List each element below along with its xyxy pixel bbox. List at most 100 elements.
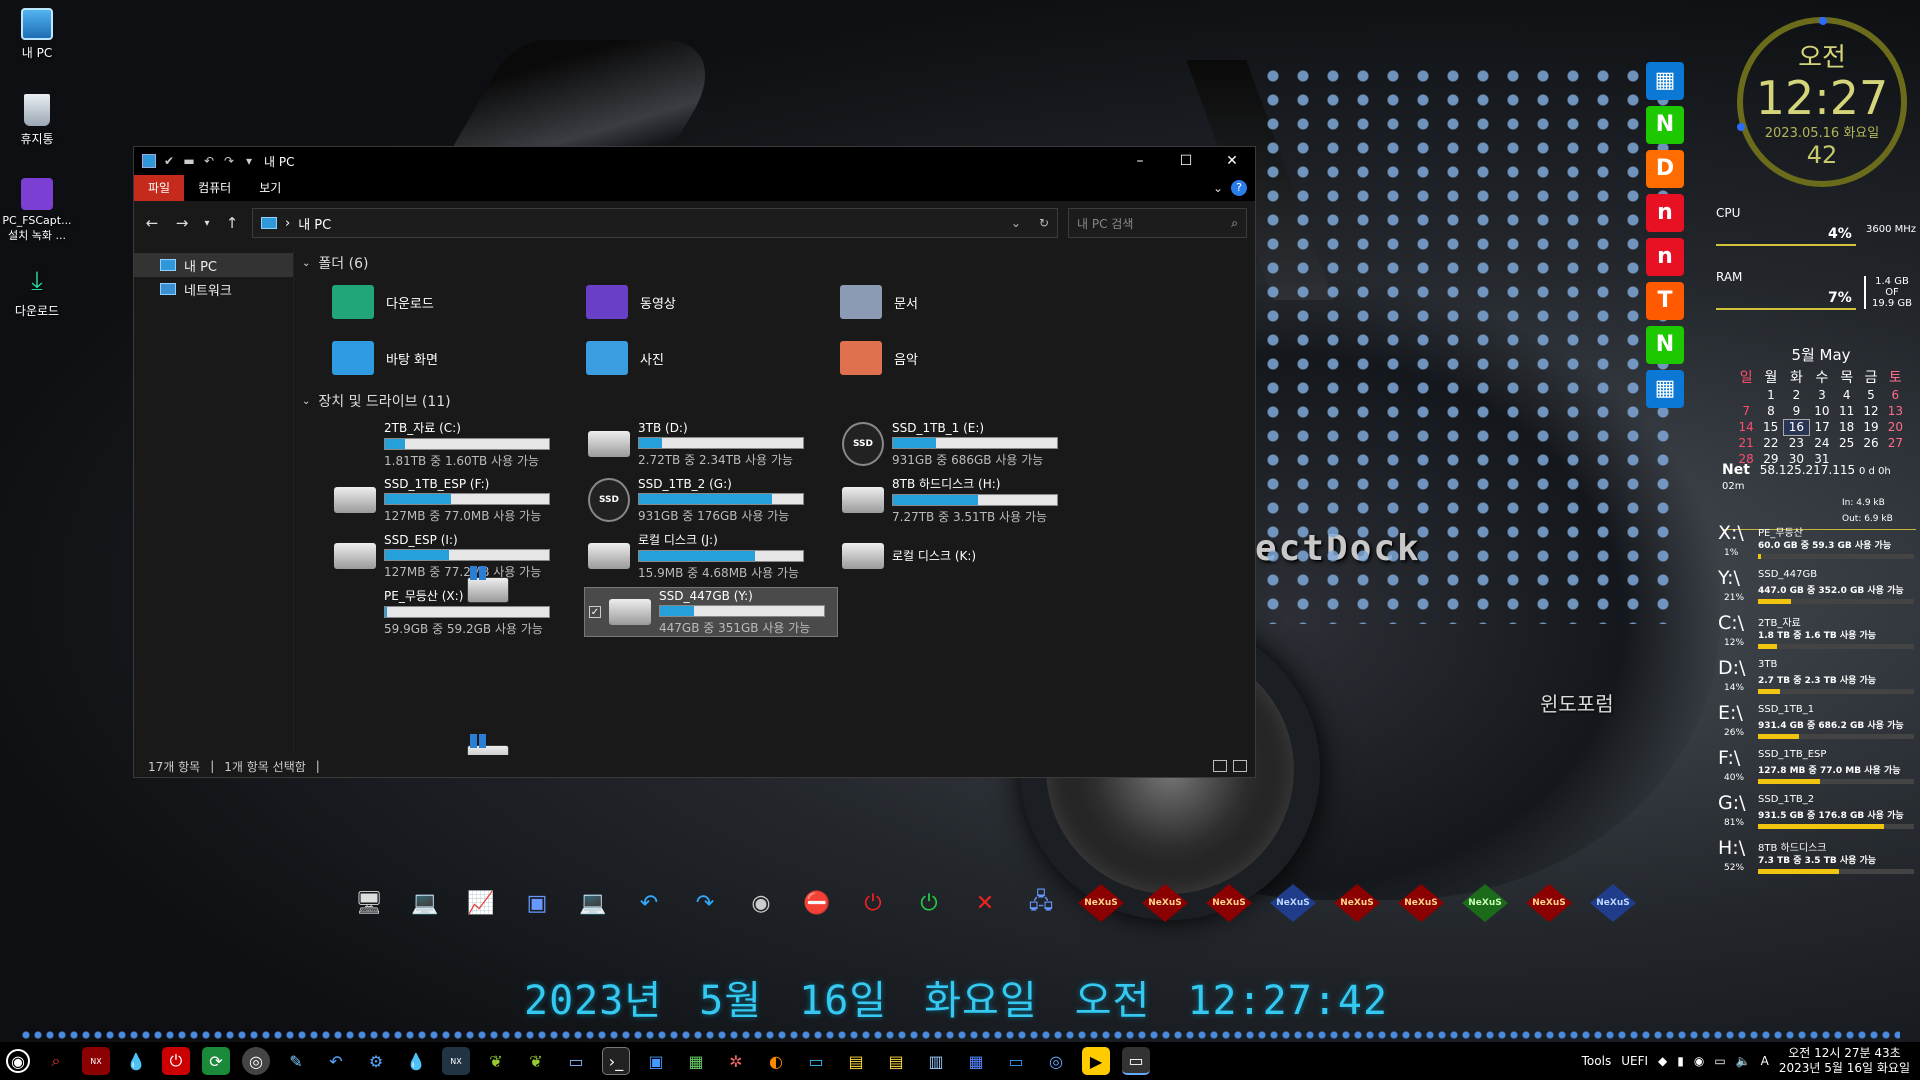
disconnect-icon[interactable]: ⛔	[798, 884, 836, 922]
minimize-button[interactable]: –	[1117, 147, 1163, 175]
nexus-blue-icon[interactable]: NX	[442, 1047, 470, 1075]
droplet-icon[interactable]: 💧	[122, 1047, 150, 1075]
nexus-icon[interactable]: NeXuS	[1590, 884, 1636, 922]
settings-icon[interactable]: ⚙	[362, 1047, 390, 1075]
drives-group-header[interactable]: ⌄ 장치 및 드라이브 (11)	[302, 389, 1255, 413]
desktop-icon-fscapture[interactable]: PC_FSCapt... 설치 녹화 ...	[0, 178, 74, 243]
tools-toolbar[interactable]: Tools	[1582, 1054, 1612, 1068]
t2-icon[interactable]: T	[1646, 282, 1684, 320]
monitor-icon[interactable]: 🖥	[350, 884, 388, 922]
redo-icon[interactable]: ↷	[222, 154, 236, 168]
calendar-day[interactable]: 16	[1782, 418, 1810, 436]
start-button[interactable]: ◉	[6, 1049, 30, 1073]
notes-icon[interactable]: ▤	[882, 1047, 910, 1075]
network-tray-icon[interactable]: ▭	[1714, 1054, 1725, 1068]
drive-item[interactable]: SSD SSD_1TB_1 (E:) 931GB 중 686GB 사용 가능	[838, 419, 1092, 469]
calendar-day[interactable]: 12	[1859, 403, 1883, 419]
calendar-day[interactable]: 7	[1734, 403, 1758, 419]
drive-item[interactable]: PE_무등산 (X:) 59.9GB 중 59.2GB 사용 가능	[330, 587, 584, 771]
details-view-button[interactable]	[1213, 760, 1227, 772]
mini-icon-strip[interactable]	[20, 1031, 1900, 1039]
calendar-day[interactable]: 17	[1809, 419, 1834, 435]
taskbar-clock[interactable]: 오전 12시 27분 43초 2023년 5월 16일 화요일	[1779, 1046, 1910, 1076]
windows2-icon[interactable]: ▦	[1646, 370, 1684, 408]
laptop-icon[interactable]: 💻	[574, 884, 612, 922]
firefox-icon[interactable]: ◐	[762, 1047, 790, 1075]
redo-icon[interactable]: ↷	[686, 884, 724, 922]
folder-item[interactable]: 사진	[586, 337, 840, 379]
nexus-icon[interactable]: NeXuS	[1078, 884, 1124, 922]
diamond-icon[interactable]: ◆	[1658, 1054, 1667, 1068]
nexus-icon[interactable]: NeXuS	[1270, 884, 1316, 922]
folders-group-header[interactable]: ⌄ 폴더 (6)	[302, 251, 1255, 275]
calendar-day[interactable]: 26	[1859, 435, 1883, 451]
water-icon[interactable]: 💧	[402, 1047, 430, 1075]
search-icon[interactable]: ⌕	[42, 1047, 70, 1075]
n-icon[interactable]: n	[1646, 194, 1684, 232]
customize-toolbar-icon[interactable]: ▾	[242, 154, 256, 168]
close-x-icon[interactable]: ✕	[966, 884, 1004, 922]
calendar-day[interactable]: 11	[1835, 403, 1859, 419]
undo-icon[interactable]: ↶	[630, 884, 668, 922]
calendar-day[interactable]: 15	[1758, 419, 1783, 435]
nexus-icon[interactable]: NeXuS	[1526, 884, 1572, 922]
calendar-day[interactable]: 3	[1809, 387, 1834, 403]
calendar-day[interactable]: 19	[1859, 419, 1883, 435]
tab-computer[interactable]: 컴퓨터	[184, 175, 245, 201]
refresh-icon[interactable]: ↻	[1039, 216, 1049, 230]
calendar-day[interactable]: 22	[1758, 435, 1783, 451]
pen-icon[interactable]: ✎	[282, 1047, 310, 1075]
calendar-day[interactable]: 10	[1809, 403, 1834, 419]
checkbox-icon[interactable]: ✓	[589, 606, 601, 618]
ime-indicator[interactable]: A	[1761, 1054, 1769, 1068]
search-input[interactable]: 내 PC 검색 ⌕	[1068, 208, 1247, 238]
nexus-icon[interactable]: NeXuS	[1398, 884, 1444, 922]
drive-item[interactable]: SSD_ESP (I:) 127MB 중 77.2MB 사용 가능	[330, 531, 584, 581]
calendar-day[interactable]: 18	[1835, 419, 1859, 435]
calendar-day[interactable]: 21	[1734, 435, 1758, 451]
chart-icon[interactable]: ▮	[1677, 1054, 1684, 1068]
calendar-day[interactable]: 27	[1883, 435, 1907, 451]
calendar-day[interactable]: 1	[1758, 387, 1783, 403]
large-icons-view-button[interactable]	[1233, 760, 1247, 772]
calendar-day[interactable]: 6	[1883, 387, 1907, 403]
remote-desktop-icon[interactable]: 🖧	[1022, 884, 1060, 922]
leaf2-icon[interactable]: ❦	[522, 1047, 550, 1075]
leaf-icon[interactable]: ❦	[482, 1047, 510, 1075]
network-pc-icon[interactable]: 💻	[406, 884, 444, 922]
tab-file[interactable]: 파일	[134, 175, 185, 201]
drive-item[interactable]: 로컬 디스크 (K:)	[838, 531, 1092, 581]
breadcrumb[interactable]: 내 PC	[298, 214, 331, 233]
uefi-label[interactable]: UEFI	[1621, 1054, 1648, 1068]
power-icon[interactable]: ⏻	[854, 884, 892, 922]
windows-icon[interactable]: ▦	[1646, 62, 1684, 100]
tree-icon[interactable]: ✲	[722, 1047, 750, 1075]
new-folder-icon[interactable]: ▬	[182, 154, 196, 168]
tab-view[interactable]: 보기	[245, 175, 295, 201]
naver2-icon[interactable]: N	[1646, 326, 1684, 364]
nexus-icon[interactable]: NeXuS	[1206, 884, 1252, 922]
calendar-day[interactable]: 8	[1758, 403, 1783, 419]
sidebar-item-my-pc[interactable]: 내 PC	[134, 253, 293, 277]
shield-icon[interactable]: ◉	[1694, 1054, 1704, 1068]
explorer-taskbar-button[interactable]: ▭	[1122, 1047, 1150, 1075]
drive-item[interactable]: 2TB_자료 (C:) 1.81TB 중 1.60TB 사용 가능	[330, 419, 584, 603]
sticky-icon[interactable]: ▤	[842, 1047, 870, 1075]
refresh-icon[interactable]: ⟳	[202, 1047, 230, 1075]
calendar-day[interactable]: 9	[1783, 403, 1809, 419]
pc-icon[interactable]: ▭	[562, 1047, 590, 1075]
expand-ribbon-icon[interactable]: ⌄	[1213, 181, 1223, 195]
nexus-icon[interactable]: NX	[82, 1047, 110, 1075]
daum-icon[interactable]: D	[1646, 150, 1684, 188]
drive-item[interactable]: SSD SSD_1TB_2 (G:) 931GB 중 176GB 사용 가능	[584, 475, 838, 525]
nexus-icon[interactable]: NeXuS	[1142, 884, 1188, 922]
desktop-icon-recycle-bin[interactable]: 휴지통	[0, 94, 74, 147]
properties-icon[interactable]: ✔	[162, 154, 176, 168]
power-icon[interactable]: ⏻	[162, 1047, 190, 1075]
drive-item[interactable]: 3TB (D:) 2.72TB 중 2.34TB 사용 가능	[584, 419, 838, 469]
disc-icon[interactable]: ◎	[242, 1047, 270, 1075]
naver-icon[interactable]: N	[1646, 106, 1684, 144]
recent-locations-button[interactable]: ▾	[202, 218, 212, 229]
undo-icon[interactable]: ↶	[322, 1047, 350, 1075]
monitor-icon[interactable]: ▭	[802, 1047, 830, 1075]
